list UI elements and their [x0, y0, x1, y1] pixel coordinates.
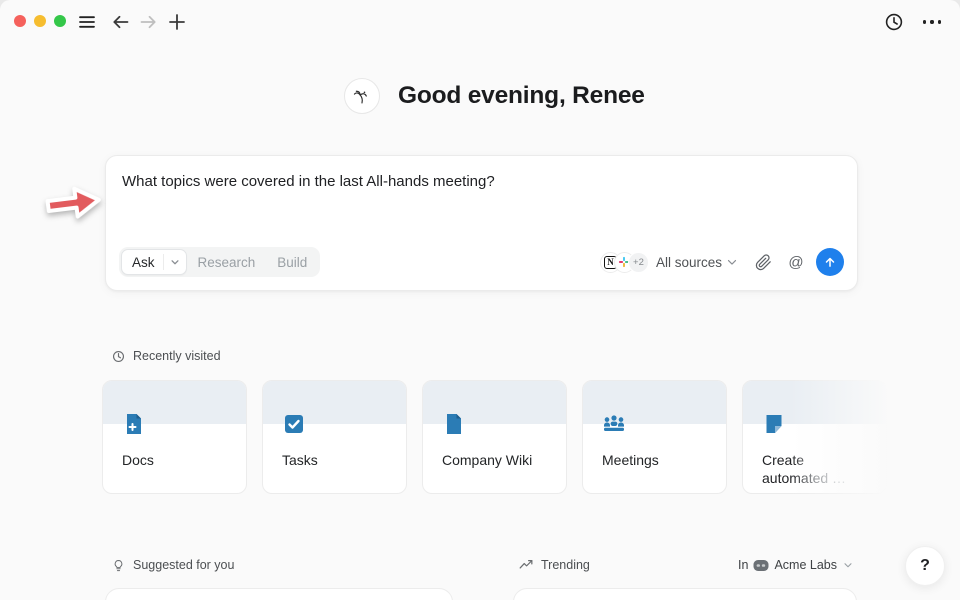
note-fold-icon [762, 412, 786, 436]
card-label: Company Wiki [442, 451, 550, 469]
scope-org-name: Acme Labs [774, 558, 837, 572]
help-button[interactable]: ? [905, 546, 945, 586]
trending-card[interactable] [513, 588, 857, 600]
mode-build-button[interactable]: Build [266, 255, 318, 270]
recently-visited-header: Recently visited [112, 349, 221, 363]
menu-icon[interactable] [77, 12, 97, 32]
mode-ask-label: Ask [132, 255, 155, 270]
workspace-scope-dropdown[interactable]: In Acme Labs [738, 558, 854, 572]
card-label: Tasks [282, 451, 390, 469]
app-window: Good evening, Renee What topics were cov… [0, 0, 960, 600]
help-label: ? [920, 557, 930, 575]
trending-label: Trending [541, 558, 590, 572]
card-company-wiki[interactable]: Company Wiki [422, 380, 567, 494]
attach-icon[interactable] [751, 250, 775, 274]
send-button[interactable] [816, 248, 844, 276]
page-title: Good evening, Renee [398, 82, 645, 110]
mode-switch: Ask Research Build [119, 247, 320, 277]
card-create-automated[interactable]: Create automated … [742, 380, 887, 494]
ask-composer[interactable]: What topics were covered in the last All… [105, 155, 858, 291]
sources-cluster: N +2 All sources [600, 248, 844, 276]
history-icon[interactable] [884, 12, 904, 32]
recently-visited-label: Recently visited [133, 349, 221, 363]
close-window-button[interactable] [14, 15, 26, 27]
card-tasks[interactable]: Tasks [262, 380, 407, 494]
extra-sources-badge: +2 [628, 252, 649, 273]
mention-icon[interactable]: @ [784, 250, 808, 274]
chevron-down-icon [842, 559, 854, 571]
task-check-icon [282, 412, 306, 436]
window-controls [14, 15, 66, 27]
people-meeting-icon [602, 412, 626, 436]
scope-prefix: In [738, 558, 748, 572]
annotation-arrow-icon [39, 176, 106, 229]
trending-header: Trending [519, 558, 590, 572]
org-logo-icon [753, 559, 769, 572]
all-sources-dropdown[interactable]: All sources [656, 255, 739, 270]
card-meetings[interactable]: Meetings [582, 380, 727, 494]
card-label: Docs [122, 451, 230, 469]
arrow-up-icon [823, 255, 837, 269]
composer-toolbar: Ask Research Build N [119, 247, 844, 277]
card-label: Meetings [602, 451, 710, 469]
chevron-down-icon [725, 255, 739, 269]
mode-research-button[interactable]: Research [187, 255, 267, 270]
chevron-down-icon[interactable] [168, 255, 182, 269]
suggested-header: Suggested for you [112, 558, 234, 572]
card-label: Create automated … [762, 451, 862, 487]
card-docs[interactable]: Docs [102, 380, 247, 494]
doc-plus-icon [122, 412, 146, 436]
back-icon[interactable] [111, 12, 131, 32]
mode-ask-button[interactable]: Ask [121, 249, 187, 275]
recently-visited-cards: Docs Tasks Company Wiki [102, 380, 887, 494]
lightbulb-icon [112, 559, 125, 572]
divider [163, 254, 164, 270]
suggested-label: Suggested for you [133, 558, 234, 572]
trending-up-icon [519, 558, 533, 572]
minimize-window-button[interactable] [34, 15, 46, 27]
document-icon [442, 412, 466, 436]
palm-tree-icon [344, 78, 380, 114]
suggested-card[interactable] [105, 588, 453, 600]
query-input[interactable]: What topics were covered in the last All… [122, 173, 495, 190]
new-tab-icon[interactable] [167, 12, 187, 32]
more-icon[interactable] [919, 12, 945, 32]
clock-icon [112, 350, 125, 363]
forward-icon[interactable] [138, 12, 158, 32]
zoom-window-button[interactable] [54, 15, 66, 27]
